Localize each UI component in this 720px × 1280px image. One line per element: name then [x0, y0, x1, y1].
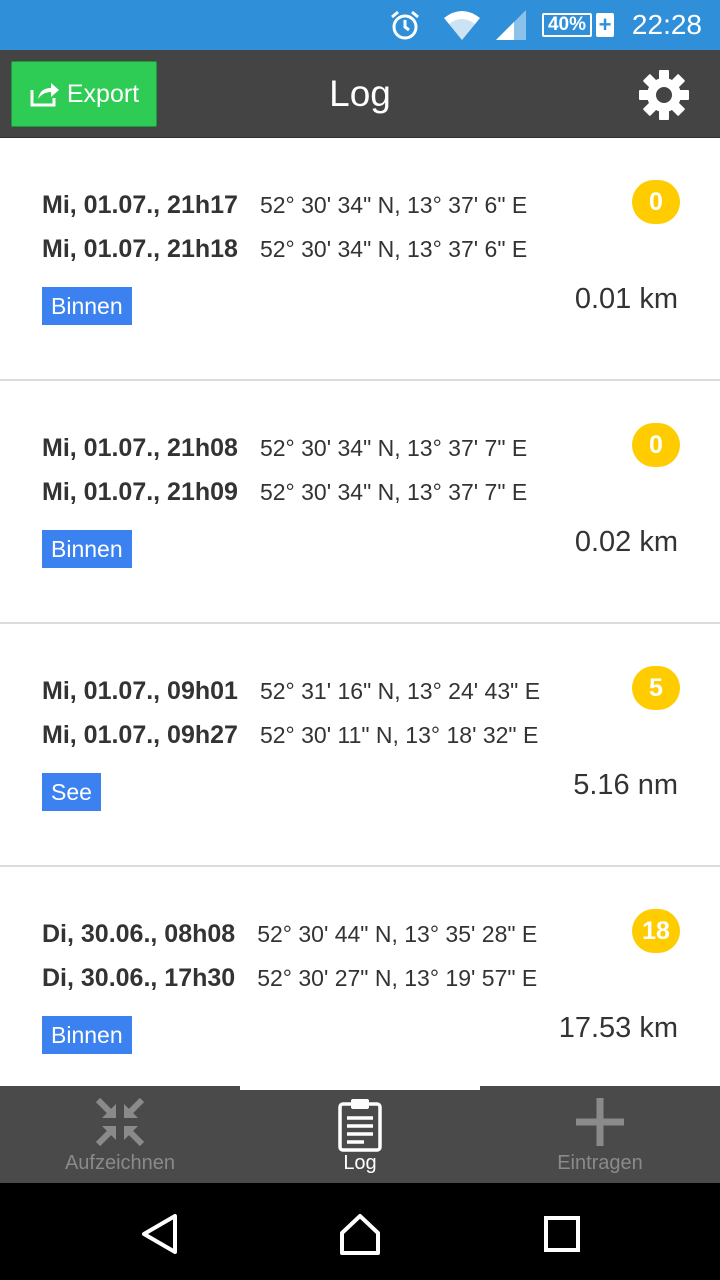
system-navigation-bar: [0, 1183, 720, 1280]
start-row: Di, 30.06., 08h08 52° 30' 44" N, 13° 35'…: [42, 917, 537, 951]
end-time: Di, 30.06., 17h30: [42, 963, 236, 992]
end-position: 52° 30' 11" N, 13° 18' 32" E: [259, 721, 539, 748]
start-row: Mi, 01.07., 21h17 52° 30' 34" N, 13° 37'…: [42, 188, 527, 222]
end-time: Mi, 01.07., 09h27: [42, 720, 238, 749]
tab-aufzeichnen[interactable]: Aufzeichnen: [0, 1086, 240, 1183]
plus-icon: [480, 1096, 720, 1152]
start-position: 52° 30' 34" N, 13° 37' 6" E: [259, 191, 528, 218]
log-entry[interactable]: Di, 30.06., 08h08 52° 30' 44" N, 13° 35'…: [0, 867, 720, 1086]
count-badge: 18: [632, 909, 680, 953]
start-position: 52° 30' 44" N, 13° 35' 28" E: [257, 920, 538, 947]
wifi-icon: [442, 0, 482, 50]
back-button[interactable]: [137, 1211, 183, 1257]
distance: 0.01 km: [574, 283, 678, 315]
export-button[interactable]: Export: [11, 61, 157, 127]
distance: 5.16 nm: [573, 769, 678, 801]
charging-icon: +: [596, 13, 614, 37]
back-icon: [142, 1214, 177, 1254]
end-time: Mi, 01.07., 21h09: [42, 477, 238, 506]
count-badge: 5: [632, 666, 680, 710]
water-type-tag: Binnen: [42, 1016, 132, 1054]
log-entry[interactable]: Mi, 01.07., 21h17 52° 30' 34" N, 13° 37'…: [0, 138, 720, 381]
active-tab-indicator: [240, 1086, 480, 1090]
tab-eintragen[interactable]: Eintragen: [480, 1086, 720, 1183]
start-row: Mi, 01.07., 09h01 52° 31' 16" N, 13° 24'…: [42, 674, 540, 708]
end-row: Mi, 01.07., 09h27 52° 30' 11" N, 13° 18'…: [42, 718, 538, 752]
tab-label: Eintragen: [557, 1152, 643, 1174]
count-badge: 0: [632, 423, 680, 467]
export-icon: [30, 83, 59, 107]
settings-button[interactable]: [638, 69, 690, 121]
recents-button[interactable]: [539, 1211, 585, 1257]
export-label: Export: [66, 79, 140, 108]
log-entry[interactable]: Mi, 01.07., 09h01 52° 31' 16" N, 13° 24'…: [0, 624, 720, 867]
start-position: 52° 31' 16" N, 13° 24' 43" E: [259, 677, 541, 704]
water-type-tag: Binnen: [42, 287, 132, 325]
start-position: 52° 30' 34" N, 13° 37' 7" E: [259, 434, 528, 461]
end-position: 52° 30' 34" N, 13° 37' 7" E: [259, 478, 528, 505]
start-time: Mi, 01.07., 21h17: [42, 190, 238, 219]
tab-label: Aufzeichnen: [64, 1152, 176, 1174]
tab-label: Log: [343, 1152, 377, 1174]
distance: 0.02 km: [574, 526, 678, 558]
end-row: Mi, 01.07., 21h18 52° 30' 34" N, 13° 37'…: [42, 232, 527, 266]
clipboard-icon: [240, 1096, 480, 1152]
battery-icon: 40% +: [542, 11, 614, 39]
home-button[interactable]: [337, 1211, 383, 1257]
end-time: Mi, 01.07., 21h18: [42, 234, 238, 263]
log-list[interactable]: Mi, 01.07., 21h17 52° 30' 34" N, 13° 37'…: [0, 138, 720, 1086]
water-type-tag: See: [42, 773, 101, 811]
recents-icon: [544, 1216, 580, 1252]
water-type-tag: Binnen: [42, 530, 132, 568]
gear-icon: [639, 70, 689, 120]
end-row: Di, 30.06., 17h30 52° 30' 27" N, 13° 19'…: [42, 961, 537, 995]
count-badge: 0: [632, 180, 680, 224]
alarm-icon: [388, 0, 422, 50]
end-row: Mi, 01.07., 21h09 52° 30' 34" N, 13° 37'…: [42, 475, 527, 509]
start-time: Di, 30.06., 08h08: [42, 919, 236, 948]
start-row: Mi, 01.07., 21h08 52° 30' 34" N, 13° 37'…: [42, 431, 527, 465]
log-entry[interactable]: Mi, 01.07., 21h08 52° 30' 34" N, 13° 37'…: [0, 381, 720, 624]
status-bar: 40% + 22:28: [0, 0, 720, 50]
clock: 22:28: [631, 9, 702, 40]
battery-level: 40%: [542, 13, 592, 37]
bottom-navigation: Aufzeichnen Log Eintragen: [0, 1086, 720, 1183]
distance: 17.53 km: [558, 1012, 678, 1044]
start-time: Mi, 01.07., 09h01: [42, 676, 238, 705]
end-position: 52° 30' 27" N, 13° 19' 57" E: [257, 964, 538, 991]
compress-arrows-icon: [0, 1096, 240, 1152]
signal-icon: [494, 0, 528, 50]
end-position: 52° 30' 34" N, 13° 37' 6" E: [259, 235, 528, 262]
app-bar: Export Log: [0, 50, 720, 138]
tab-log[interactable]: Log: [240, 1086, 480, 1183]
home-icon: [340, 1214, 380, 1255]
start-time: Mi, 01.07., 21h08: [42, 433, 238, 462]
